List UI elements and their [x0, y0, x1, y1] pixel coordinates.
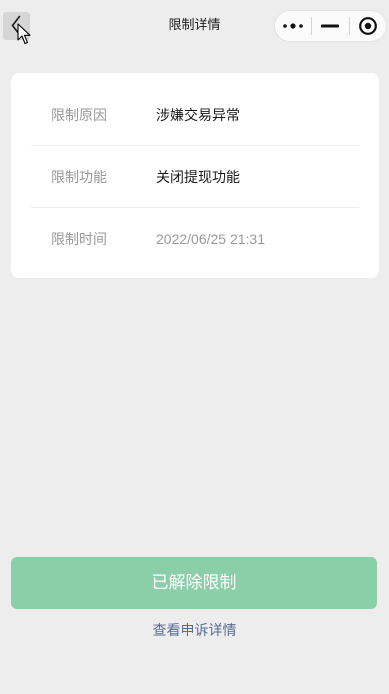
- detail-label: 限制功能: [51, 168, 107, 185]
- detail-row: 限制时间 2022/06/25 21:31: [31, 208, 359, 269]
- detail-label: 限制时间: [51, 230, 107, 247]
- more-dots-icon: [282, 22, 304, 30]
- detail-value: 2022/06/25 21:31: [156, 230, 265, 247]
- appeal-details-link[interactable]: 查看申诉详情: [0, 620, 389, 640]
- more-button[interactable]: [275, 11, 311, 41]
- nav-bar: 限制详情: [0, 0, 389, 50]
- details-card: 限制原因 涉嫌交易异常 限制功能 关闭提现功能 限制时间 2022/06/25 …: [11, 73, 379, 278]
- detail-value: 关闭提现功能: [156, 168, 240, 185]
- detail-row: 限制功能 关闭提现功能: [31, 146, 359, 208]
- capsule-menu: [274, 10, 387, 42]
- restriction-lifted-button[interactable]: 已解除限制: [11, 557, 377, 609]
- detail-label: 限制原因: [51, 106, 107, 123]
- target-circle-icon: [358, 16, 378, 36]
- detail-row: 限制原因 涉嫌交易异常: [31, 84, 359, 146]
- minimize-button[interactable]: [312, 11, 348, 41]
- close-button[interactable]: [350, 11, 386, 41]
- detail-value: 涉嫌交易异常: [156, 106, 240, 123]
- minus-icon: [321, 24, 340, 28]
